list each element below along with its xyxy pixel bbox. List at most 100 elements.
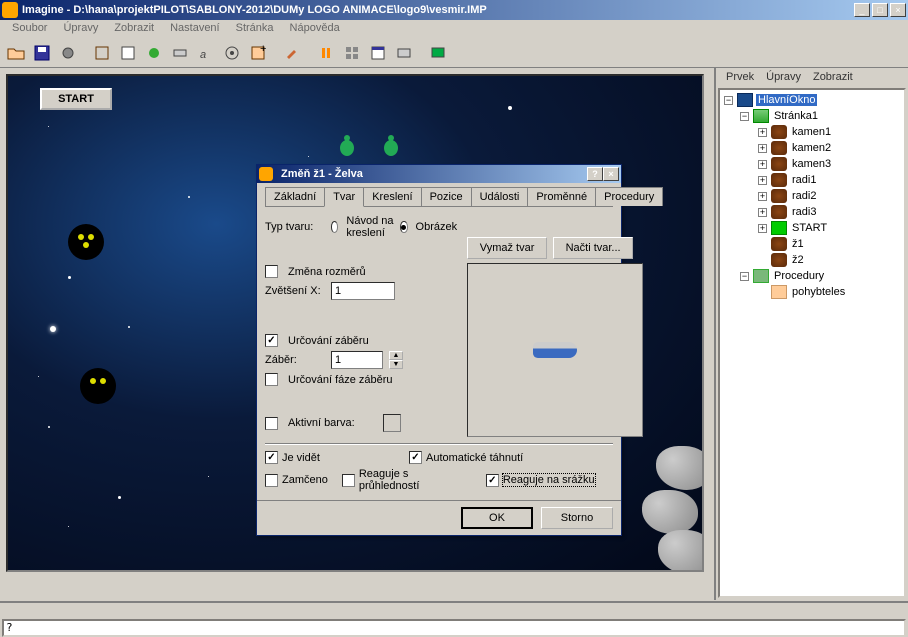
load-shape-button[interactable]: Načti tvar... bbox=[553, 237, 633, 259]
tab-events[interactable]: Události bbox=[471, 187, 529, 206]
collision-label: Reaguje na srážku bbox=[503, 474, 595, 486]
side-menu-view[interactable]: Zobrazit bbox=[807, 70, 859, 84]
tree-item[interactable]: +radi3 bbox=[722, 204, 902, 220]
tree-root[interactable]: −HlavníOkno bbox=[722, 92, 902, 108]
tree-item[interactable]: ž1 bbox=[722, 236, 902, 252]
tree-item[interactable]: +START bbox=[722, 220, 902, 236]
erase-shape-button[interactable]: Vymaž tvar bbox=[467, 237, 547, 259]
screen-icon[interactable] bbox=[426, 41, 450, 65]
new-object-icon[interactable]: + bbox=[246, 41, 270, 65]
tree-item[interactable]: +kamen3 bbox=[722, 156, 902, 172]
tab-variables[interactable]: Proměnné bbox=[527, 187, 596, 206]
tile-icon[interactable] bbox=[340, 41, 364, 65]
new-text-icon[interactable] bbox=[116, 41, 140, 65]
dialog-close-button[interactable]: × bbox=[603, 167, 619, 181]
tree-item[interactable]: ž2 bbox=[722, 252, 902, 268]
zoom-input[interactable] bbox=[331, 282, 395, 300]
transparency-label: Reaguje s průhledností bbox=[359, 468, 472, 492]
cancel-button[interactable]: Storno bbox=[541, 507, 613, 529]
paint-icon[interactable] bbox=[280, 41, 304, 65]
checkbox-resize[interactable] bbox=[265, 265, 278, 278]
dialog-help-button[interactable]: ? bbox=[587, 167, 603, 181]
checkbox-phase[interactable] bbox=[265, 373, 278, 386]
spinner-up[interactable]: ▲ bbox=[389, 351, 403, 360]
tab-shape[interactable]: Tvar bbox=[324, 187, 364, 207]
kamen-sprite-1[interactable] bbox=[68, 224, 104, 260]
checkbox-phase-label: Určování fáze záběru bbox=[288, 374, 393, 386]
object-tree[interactable]: −HlavníOkno −Stránka1 +kamen1 +kamen2 +k… bbox=[718, 88, 906, 598]
open-icon[interactable] bbox=[4, 41, 28, 65]
minimize-button[interactable]: _ bbox=[854, 3, 870, 17]
menu-file[interactable]: Soubor bbox=[4, 20, 55, 38]
start-button[interactable]: START bbox=[40, 88, 112, 110]
tree-item[interactable]: +kamen2 bbox=[722, 140, 902, 156]
tree-proc-item[interactable]: pohybteles bbox=[722, 284, 902, 300]
zoom-label: Zvětšení X: bbox=[265, 285, 325, 297]
toolbar: a + bbox=[0, 38, 908, 68]
asteroid-sprite-2[interactable] bbox=[642, 490, 698, 534]
tab-basic[interactable]: Základní bbox=[265, 187, 325, 206]
tree-procedures[interactable]: −Procedury bbox=[722, 268, 902, 284]
dialog-icon bbox=[259, 167, 273, 181]
menu-edit[interactable]: Úpravy bbox=[55, 20, 106, 38]
tab-procedures[interactable]: Procedury bbox=[595, 187, 663, 206]
color-swatch[interactable] bbox=[383, 414, 401, 432]
tree-item[interactable]: +radi1 bbox=[722, 172, 902, 188]
checkbox-transparency[interactable] bbox=[342, 474, 355, 487]
asteroid-sprite-3[interactable] bbox=[658, 530, 704, 572]
close-button[interactable]: × bbox=[890, 3, 906, 17]
tab-position[interactable]: Pozice bbox=[421, 187, 472, 206]
checkbox-visible[interactable] bbox=[265, 451, 278, 464]
tree-item[interactable]: +kamen1 bbox=[722, 124, 902, 140]
checkbox-collision[interactable] bbox=[486, 474, 499, 487]
dialog-titlebar[interactable]: Změň ž1 - Želva ? × bbox=[257, 165, 621, 183]
turtle-sprite-2[interactable] bbox=[381, 134, 401, 158]
checkbox-auto-drag[interactable] bbox=[409, 451, 422, 464]
asteroid-sprite-1[interactable] bbox=[656, 446, 704, 490]
tree-page[interactable]: −Stránka1 bbox=[722, 108, 902, 124]
radio-draw-instructions[interactable] bbox=[331, 221, 338, 233]
command-input[interactable]: ? bbox=[2, 619, 906, 637]
menu-settings[interactable]: Nastavení bbox=[162, 20, 228, 38]
menubar: Soubor Úpravy Zobrazit Nastavení Stránka… bbox=[0, 20, 908, 38]
kamen-sprite-2[interactable] bbox=[80, 368, 116, 404]
visible-label: Je vidět bbox=[282, 452, 320, 464]
menu-view[interactable]: Zobrazit bbox=[106, 20, 162, 38]
pause-icon[interactable] bbox=[314, 41, 338, 65]
menu-page[interactable]: Stránka bbox=[228, 20, 282, 38]
frame-label: Záběr: bbox=[265, 354, 325, 366]
tree-item[interactable]: +radi2 bbox=[722, 188, 902, 204]
radio-image[interactable] bbox=[400, 221, 407, 233]
radio-image-label: Obrázek bbox=[416, 221, 458, 233]
save-icon[interactable] bbox=[30, 41, 54, 65]
radio-draw-label: Návod na kreslení bbox=[346, 215, 394, 239]
memory-icon[interactable] bbox=[392, 41, 416, 65]
checkbox-locked[interactable] bbox=[265, 474, 278, 487]
text-icon[interactable]: a bbox=[194, 41, 218, 65]
maximize-button[interactable]: □ bbox=[872, 3, 888, 17]
spinner-down[interactable]: ▼ bbox=[389, 360, 403, 369]
checkbox-frame-detect[interactable] bbox=[265, 334, 278, 347]
checkbox-active-color[interactable] bbox=[265, 417, 278, 430]
menu-help[interactable]: Nápověda bbox=[282, 20, 348, 38]
frame-input[interactable] bbox=[331, 351, 383, 369]
app-icon bbox=[2, 2, 18, 18]
turtle-sprite-1[interactable] bbox=[337, 134, 357, 158]
gear-icon[interactable] bbox=[56, 41, 80, 65]
checkbox-resize-label: Změna rozměrů bbox=[288, 266, 366, 278]
checkbox-frame-label: Určování záběru bbox=[288, 335, 369, 347]
side-panel: Prvek Úpravy Zobrazit −HlavníOkno −Strán… bbox=[714, 68, 908, 600]
side-menu-edit[interactable]: Úpravy bbox=[760, 70, 807, 84]
locked-label: Zamčeno bbox=[282, 474, 328, 486]
shape-type-label: Typ tvaru: bbox=[265, 221, 325, 233]
side-menu-element[interactable]: Prvek bbox=[720, 70, 760, 84]
slider-icon[interactable] bbox=[220, 41, 244, 65]
tab-drawing[interactable]: Kreslení bbox=[363, 187, 421, 206]
turtle-icon[interactable] bbox=[142, 41, 166, 65]
ok-button[interactable]: OK bbox=[461, 507, 533, 529]
window-title: Imagine - D:\hana\projektPILOT\SABLONY-2… bbox=[22, 4, 854, 16]
dialog-tabs: Základní Tvar Kreslení Pozice Události P… bbox=[265, 187, 613, 207]
new-turtle-icon[interactable] bbox=[90, 41, 114, 65]
button-icon[interactable] bbox=[168, 41, 192, 65]
window-icon[interactable] bbox=[366, 41, 390, 65]
